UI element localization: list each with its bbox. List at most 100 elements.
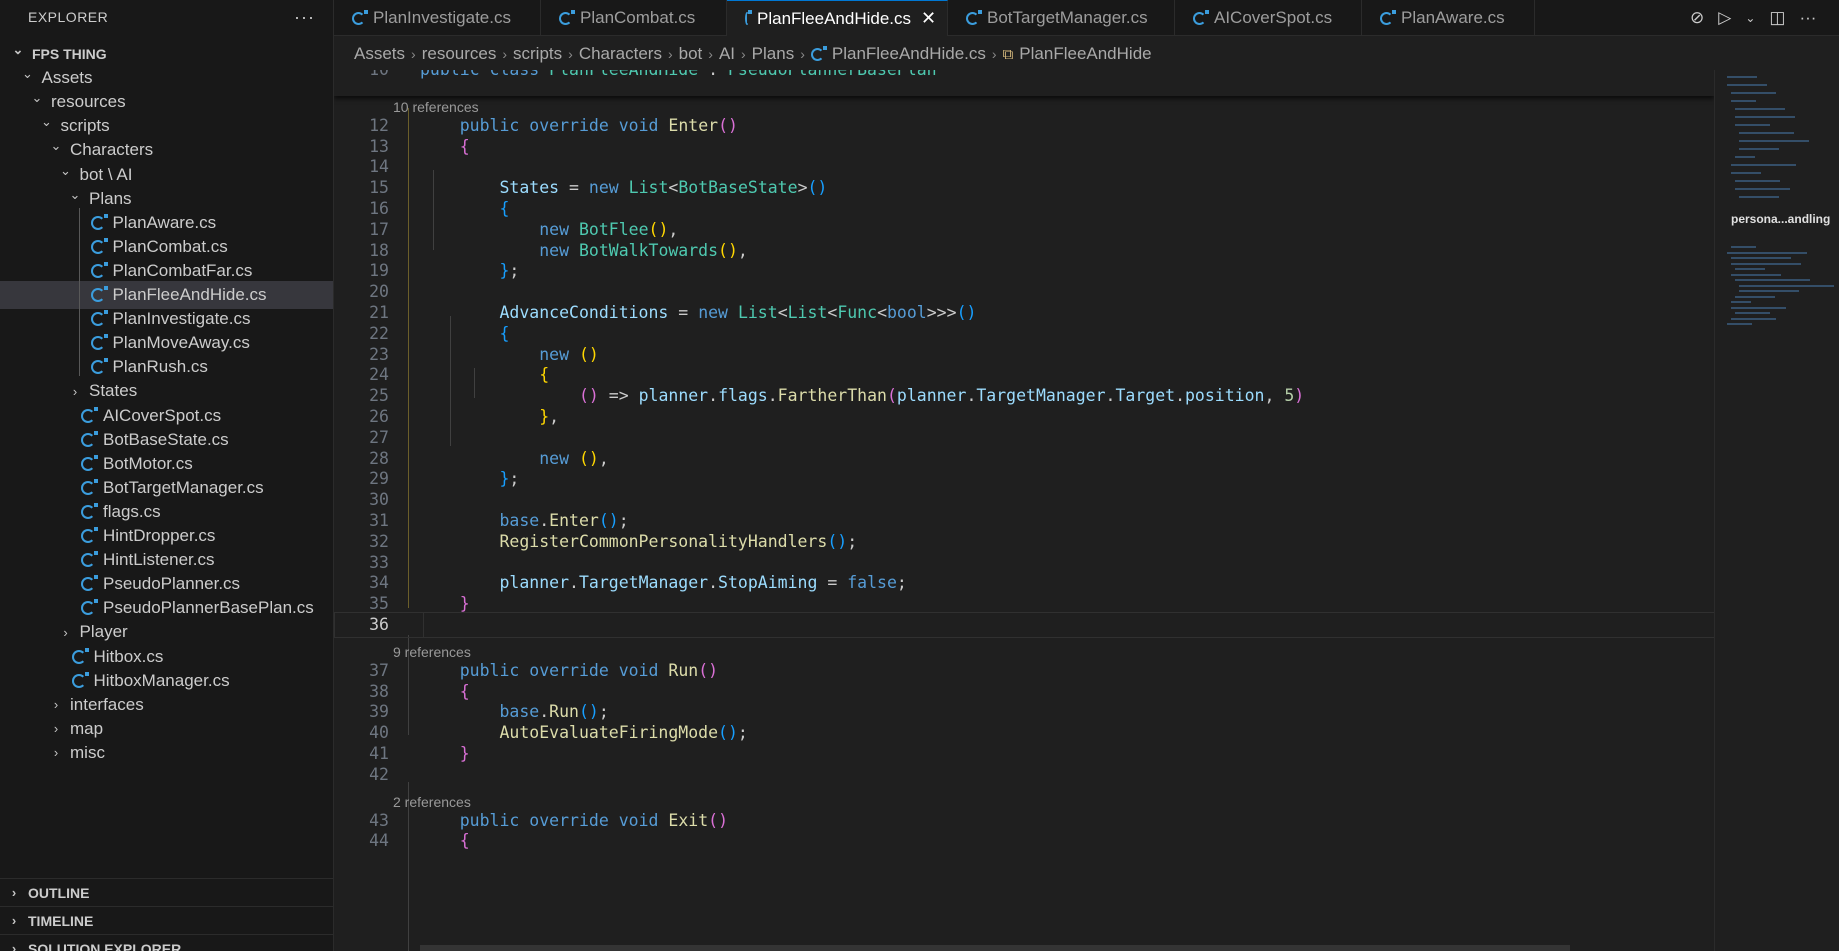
tab-label: PlanFleeAndHide.cs <box>757 8 912 28</box>
chevron-down-icon: ⌄ <box>22 66 33 82</box>
breadcrumb-item[interactable]: Assets <box>354 44 405 64</box>
minimap-line <box>1739 148 1779 150</box>
breadcrumb-item[interactable]: Plans <box>752 44 795 64</box>
csharp-file-icon <box>90 261 108 278</box>
csharp-file-icon <box>81 527 98 543</box>
timeline-label: TIMELINE <box>28 912 94 929</box>
csharp-file-icon <box>81 551 98 568</box>
breadcrumb: Assets › resources › scripts › Characters › bot ›… <box>334 37 1714 71</box>
tree-item-label: PlanMoveAway.cs <box>112 333 250 353</box>
breadcrumb-item[interactable]: PlanFleeAndHide <box>1019 44 1151 64</box>
indent-guide <box>79 208 80 376</box>
tree-item-label: BotBaseState.cs <box>103 429 229 449</box>
editor-tab[interactable]: PlanFleeAndHide.cs ✕ <box>727 0 948 36</box>
breadcrumb-item[interactable]: Characters <box>579 44 662 64</box>
chevron-down-icon: ⌄ <box>41 114 52 130</box>
code-line[interactable]: 44 { <box>334 829 1704 853</box>
code-text: public class PlanFleeAndHide : PseudoPla… <box>420 70 937 82</box>
editor-tab[interactable]: PlanInvestigate.cs <box>334 0 541 36</box>
horizontal-scrollbar[interactable] <box>420 945 1570 951</box>
minimap-line <box>1731 246 1756 248</box>
code-line[interactable]: 36 <box>334 613 1704 637</box>
minimap-line <box>1739 140 1809 142</box>
split-editor-icon[interactable]: ◫ <box>1769 8 1785 28</box>
csharp-file-icon <box>966 9 982 25</box>
chevron-right-icon: › <box>411 46 416 62</box>
minimap-line <box>1735 312 1770 314</box>
editor-tabs: PlanInvestigate.cs PlanCombat.cs PlanFleeA… <box>334 0 1839 36</box>
chevron-right-icon: › <box>53 721 59 737</box>
explorer-title: EXPLORER <box>28 9 109 25</box>
tree-folder-item[interactable]: › misc <box>0 739 333 767</box>
editor-actions: ⊘ ▷ ⌄ ◫ ··· <box>1690 0 1830 36</box>
chevron-down-icon: ⌄ <box>50 138 62 154</box>
timeline-section[interactable]: › TIMELINE <box>0 906 333 934</box>
tree-item-label: HintDropper.cs <box>103 526 216 545</box>
tree-item-label: flags.cs <box>103 501 161 521</box>
tree-item-label: PlanCombatFar.cs <box>112 260 253 280</box>
minimap-line <box>1731 306 1786 309</box>
minimap-line <box>1731 262 1801 265</box>
hide-icon[interactable]: ⊘ <box>1690 8 1704 28</box>
tree-item-label: Plans <box>89 188 132 208</box>
breadcrumb-item[interactable]: AI <box>719 44 735 64</box>
minimap-line <box>1735 295 1775 298</box>
class-symbol-icon: ⧉ <box>1002 45 1014 63</box>
chevron-right-icon: › <box>991 46 997 62</box>
csharp-file-icon <box>1193 9 1209 25</box>
line-number: 36 <box>369 615 389 634</box>
minimap-line <box>1731 257 1791 259</box>
breadcrumb-item[interactable]: bot <box>679 44 703 64</box>
breadcrumb-item[interactable]: PlanFleeAndHide.cs <box>832 44 986 64</box>
tab-label: BotTargetManager.cs <box>987 8 1148 27</box>
explorer-sidebar: EXPLORER ··· ⌄ FPS THING ⌄ Assets ⌄ resources… <box>0 0 334 951</box>
more-actions-icon[interactable]: ··· <box>294 7 315 28</box>
chevron-right-icon: › <box>11 913 17 928</box>
csharp-file-icon <box>71 647 89 664</box>
csharp-file-icon <box>90 237 108 254</box>
tab-label: PlanAware.cs <box>1401 8 1505 27</box>
solution-explorer-section[interactable]: › SOLUTION EXPLORER <box>0 934 333 951</box>
breadcrumb-item[interactable]: scripts <box>513 44 562 64</box>
minimap[interactable]: persona...andling <box>1714 70 1839 951</box>
chevron-right-icon: › <box>11 885 17 900</box>
breadcrumb-item[interactable]: resources <box>422 44 497 64</box>
solution-explorer-label: SOLUTION EXPLORER <box>28 940 182 951</box>
csharp-file-icon <box>90 358 108 375</box>
csharp-file-icon <box>745 10 752 25</box>
tree-item-label: BotMotor.cs <box>103 453 193 473</box>
tree-item-label: Hitbox.cs <box>93 646 164 666</box>
editor-tab[interactable]: BotTargetManager.cs <box>948 0 1175 36</box>
close-icon[interactable]: ✕ <box>921 8 936 29</box>
code-line[interactable]: 42 <box>334 763 1704 787</box>
csharp-file-icon <box>90 334 108 351</box>
tree-item-label: misc <box>70 742 105 762</box>
tree-item-label: AICoverSpot.cs <box>103 405 222 425</box>
tab-label: AICoverSpot.cs <box>1214 8 1333 27</box>
outline-section[interactable]: › OUTLINE <box>0 878 333 906</box>
editor-tab[interactable]: PlanAware.cs <box>1362 0 1535 36</box>
minimap-line <box>1727 251 1807 254</box>
minimap-line <box>1735 124 1770 126</box>
chevron-down-icon[interactable]: ⌄ <box>1745 11 1755 25</box>
code-editor[interactable]: 10 public class PlanFleeAndHide : PseudoP… <box>334 70 1714 951</box>
run-icon[interactable]: ▷ <box>1718 8 1731 28</box>
csharp-file-icon <box>81 502 98 519</box>
editor-tab[interactable]: AICoverSpot.cs <box>1175 0 1362 36</box>
chevron-right-icon: › <box>800 46 805 62</box>
tree-item-label: BotTargetManager.cs <box>103 477 264 497</box>
tab-label: PlanInvestigate.cs <box>373 8 511 27</box>
outline-label: OUTLINE <box>28 884 90 901</box>
minimap-line <box>1727 323 1752 325</box>
minimap-line <box>1731 301 1751 303</box>
editor-tab[interactable]: PlanCombat.cs <box>541 0 727 36</box>
more-icon[interactable]: ··· <box>1799 8 1816 28</box>
chevron-right-icon: › <box>72 383 78 399</box>
minimap-line <box>1731 92 1776 94</box>
csharp-file-icon <box>81 454 98 471</box>
minimap-line <box>1735 268 1765 270</box>
csharp-file-icon <box>81 575 98 592</box>
chevron-down-icon: ⌄ <box>31 90 43 106</box>
tree-item-label: States <box>89 381 138 401</box>
code-line[interactable]: 10 public class PlanFleeAndHide : PseudoP… <box>334 70 1704 82</box>
